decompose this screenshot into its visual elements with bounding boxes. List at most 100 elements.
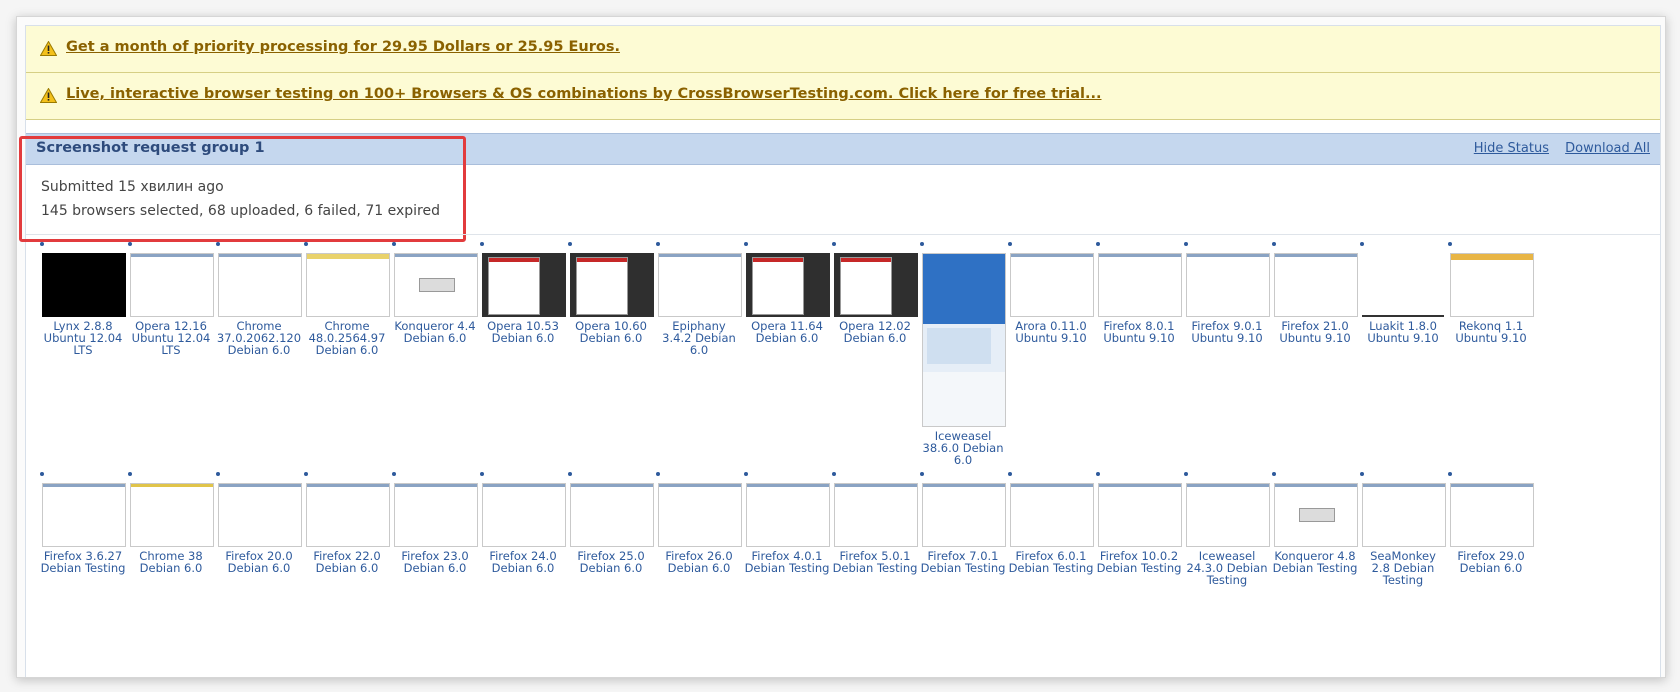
screenshot-thumbnail[interactable] [130, 483, 214, 547]
screenshot-thumbnail[interactable] [1098, 483, 1182, 547]
screenshot-thumbnail[interactable] [1274, 483, 1358, 547]
screenshot-thumbnail[interactable] [394, 253, 478, 317]
screenshot-thumbnail[interactable] [42, 253, 126, 317]
screenshot-label[interactable]: Opera 12.02 Debian 6.0 [832, 320, 918, 344]
screenshot-thumbnail[interactable] [658, 253, 742, 317]
download-all-link[interactable]: Download All [1565, 141, 1650, 156]
screenshot-thumbnail[interactable] [130, 253, 214, 317]
screenshot-label[interactable]: Luakit 1.8.0 Ubuntu 9.10 [1360, 320, 1446, 344]
screenshot-thumbnail[interactable] [570, 483, 654, 547]
screenshot-label[interactable]: Firefox 24.0 Debian 6.0 [480, 550, 566, 574]
screenshot-thumbnail[interactable] [1362, 253, 1444, 317]
screenshot-label[interactable]: Firefox 29.0 Debian 6.0 [1448, 550, 1534, 574]
screenshot-label[interactable]: Opera 10.60 Debian 6.0 [568, 320, 654, 344]
screenshot-thumbnail[interactable] [922, 483, 1006, 547]
status-dot [1448, 242, 1452, 246]
screenshot-label[interactable]: Firefox 25.0 Debian 6.0 [568, 550, 654, 574]
screenshot-label[interactable]: Iceweasel 24.3.0 Debian Testing [1184, 550, 1270, 586]
screenshot-label[interactable]: Firefox 20.0 Debian 6.0 [216, 550, 302, 574]
screenshot-label[interactable]: Firefox 9.0.1 Ubuntu 9.10 [1184, 320, 1270, 344]
screenshot-thumbnail[interactable] [922, 253, 1006, 427]
screenshot-label[interactable]: Firefox 21.0 Ubuntu 9.10 [1272, 320, 1358, 344]
screenshot-label[interactable]: Iceweasel 38.6.0 Debian 6.0 [920, 430, 1006, 466]
screenshot-thumbnail[interactable] [1186, 253, 1270, 317]
screenshot-label[interactable]: Firefox 22.0 Debian 6.0 [304, 550, 390, 574]
screenshot-thumbnail[interactable] [218, 253, 302, 317]
status-dot [568, 472, 572, 476]
screenshot-label[interactable]: Chrome 48.0.2564.97 Debian 6.0 [304, 320, 390, 356]
browser-window: Get a month of priority processing for 2… [16, 16, 1666, 678]
screenshot-thumbnail[interactable] [482, 483, 566, 547]
screenshot-label[interactable]: Epiphany 3.4.2 Debian 6.0 [656, 320, 742, 356]
status-dot [1184, 472, 1188, 476]
screenshot-label[interactable]: Konqueror 4.8 Debian Testing [1272, 550, 1358, 574]
status-dot [656, 472, 660, 476]
status-dot [480, 472, 484, 476]
status-dot [920, 242, 924, 246]
screenshot-thumbnail[interactable] [1010, 253, 1094, 317]
screenshot-thumbnail[interactable] [306, 483, 390, 547]
screenshot-label[interactable]: Firefox 8.0.1 Ubuntu 9.10 [1096, 320, 1182, 344]
screenshot-thumbnail[interactable] [1450, 483, 1534, 547]
results-panel: Get a month of priority processing for 2… [19, 25, 1661, 677]
screenshot-label[interactable]: Chrome 37.0.2062.120 Debian 6.0 [216, 320, 302, 356]
status-dot [216, 472, 220, 476]
screenshot-thumbnail[interactable] [834, 483, 918, 547]
status-dot [304, 242, 308, 246]
screenshot-label[interactable]: Firefox 6.0.1 Debian Testing [1008, 550, 1094, 574]
screenshot-thumbnail[interactable] [746, 483, 830, 547]
status-dot [1184, 242, 1188, 246]
hide-status-link[interactable]: Hide Status [1474, 141, 1549, 156]
screenshot-thumbnail[interactable] [1186, 483, 1270, 547]
status-dot [1448, 472, 1452, 476]
screenshot-thumbnail[interactable] [482, 253, 566, 317]
screenshot-thumbnail[interactable] [746, 253, 830, 317]
screenshot-thumbnail[interactable] [834, 253, 918, 317]
screenshot-thumbnail[interactable] [218, 483, 302, 547]
screenshot-thumbnail[interactable] [1010, 483, 1094, 547]
status-dot [744, 242, 748, 246]
screenshot-thumbnail[interactable] [570, 253, 654, 317]
screenshot-label[interactable]: SeaMonkey 2.8 Debian Testing [1360, 550, 1446, 586]
screenshot-label[interactable]: Firefox 3.6.27 Debian Testing [40, 550, 126, 574]
status-dot [1272, 242, 1276, 246]
screenshot-label[interactable]: Firefox 26.0 Debian 6.0 [656, 550, 742, 574]
screenshot-thumbnail[interactable] [42, 483, 126, 547]
highlight-box [19, 136, 466, 242]
screenshot-thumbnail[interactable] [1362, 483, 1446, 547]
screenshot-thumbnail[interactable] [306, 253, 390, 317]
warning-icon [40, 88, 57, 103]
screenshot-label[interactable]: Opera 12.16 Ubuntu 12.04 LTS [128, 320, 214, 356]
screenshot-label[interactable]: Opera 11.64 Debian 6.0 [744, 320, 830, 344]
status-dot [304, 472, 308, 476]
status-dot [128, 242, 132, 246]
screenshot-thumbnail[interactable] [658, 483, 742, 547]
screenshot-label[interactable]: Lynx 2.8.8 Ubuntu 12.04 LTS [40, 320, 126, 356]
status-dot [568, 242, 572, 246]
screenshot-thumbnail[interactable] [1450, 253, 1534, 317]
status-dot [656, 242, 660, 246]
crossbrowsertesting-link[interactable]: Live, interactive browser testing on 100… [66, 86, 1102, 102]
screenshot-label[interactable]: Opera 10.53 Debian 6.0 [480, 320, 566, 344]
status-dot [744, 472, 748, 476]
screenshot-label[interactable]: Firefox 4.0.1 Debian Testing [744, 550, 830, 574]
status-dot [832, 472, 836, 476]
screenshot-label[interactable]: Chrome 38 Debian 6.0 [128, 550, 214, 574]
crossbrowser-notice: Live, interactive browser testing on 100… [26, 73, 1660, 120]
warning-icon [40, 41, 57, 56]
screenshot-label[interactable]: Firefox 23.0 Debian 6.0 [392, 550, 478, 574]
status-dot [392, 242, 396, 246]
screenshot-label[interactable]: Firefox 5.0.1 Debian Testing [832, 550, 918, 574]
screenshot-thumbnail[interactable] [1098, 253, 1182, 317]
status-dot [920, 472, 924, 476]
status-dot [1008, 472, 1012, 476]
status-dot [40, 472, 44, 476]
screenshot-label[interactable]: Rekonq 1.1 Ubuntu 9.10 [1448, 320, 1534, 344]
screenshot-thumbnail[interactable] [1274, 253, 1358, 317]
screenshot-label[interactable]: Arora 0.11.0 Ubuntu 9.10 [1008, 320, 1094, 344]
priority-processing-link[interactable]: Get a month of priority processing for 2… [66, 39, 620, 55]
screenshot-label[interactable]: Konqueror 4.4 Debian 6.0 [392, 320, 478, 344]
screenshot-label[interactable]: Firefox 7.0.1 Debian Testing [920, 550, 1006, 574]
screenshot-thumbnail[interactable] [394, 483, 478, 547]
screenshot-label[interactable]: Firefox 10.0.2 Debian Testing [1096, 550, 1182, 574]
